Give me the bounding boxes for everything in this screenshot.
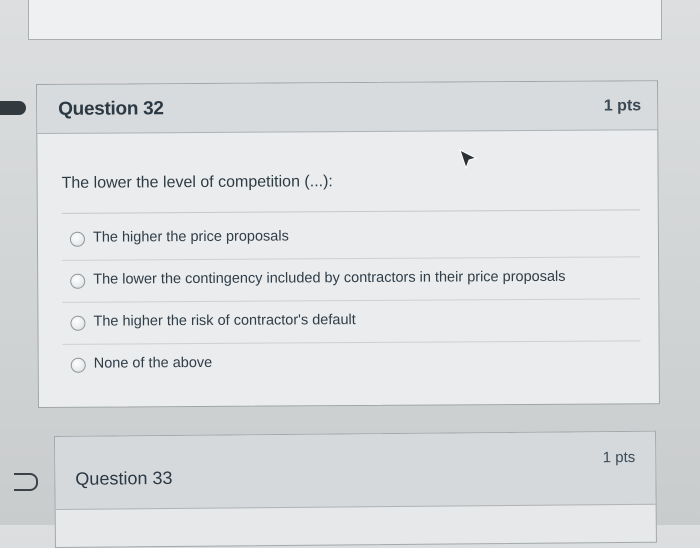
radio-button[interactable] [69, 231, 85, 247]
answer-option[interactable]: The higher the risk of contractor's defa… [62, 299, 641, 345]
radio-button[interactable] [70, 357, 86, 373]
radio-button[interactable] [70, 315, 86, 331]
answer-label[interactable]: The higher the risk of contractor's defa… [93, 312, 355, 330]
answer-option[interactable]: The lower the contingency included by co… [62, 257, 641, 303]
previous-question-card [28, 0, 662, 40]
answer-label[interactable]: The lower the contingency included by co… [93, 269, 565, 288]
question-card: Question 32 1 pts The lower the level of… [36, 80, 660, 408]
answer-list: The higher the price proposals The lower… [61, 215, 641, 386]
divider [61, 209, 640, 214]
flag-icon[interactable] [0, 101, 26, 115]
flag-outline-icon[interactable] [14, 473, 38, 491]
answer-label[interactable]: The higher the price proposals [93, 228, 289, 245]
question-header-next: Question 33 1 pts [55, 431, 656, 510]
question-points-next: 1 pts [602, 448, 636, 467]
answer-label[interactable]: None of the above [94, 355, 213, 372]
question-title-next: Question 33 [75, 467, 173, 489]
mouse-pointer-icon [459, 149, 478, 170]
radio-button[interactable] [70, 273, 86, 289]
question-points: 1 pts [603, 97, 642, 115]
answer-option[interactable]: None of the above [63, 341, 641, 386]
question-text: The lower the level of competition (...)… [61, 173, 333, 192]
question-card-next: Question 33 1 pts [54, 430, 657, 548]
answer-option[interactable]: The higher the price proposals [61, 215, 641, 261]
question-header: Question 32 1 pts [37, 81, 658, 134]
question-title: Question 32 [58, 98, 164, 120]
